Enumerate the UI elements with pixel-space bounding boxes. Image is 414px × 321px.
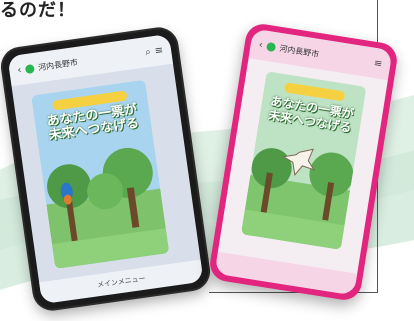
forest-illustration xyxy=(240,71,367,250)
search-icon[interactable]: ⌕ xyxy=(144,46,151,58)
right-rich-message-card[interactable]: あなたの一票が 未来へつなげる xyxy=(240,71,367,250)
menu-icon[interactable]: ≡ xyxy=(154,44,164,56)
right-phone-screen: ‹ 河内長野市 ≡ あなたの一票が 未来へつなげる xyxy=(214,28,393,296)
menu-icon[interactable]: ≡ xyxy=(373,57,383,69)
left-rich-message-card[interactable]: あなたの一票が 未来へつなげる xyxy=(31,79,170,269)
official-account-icon xyxy=(24,63,35,74)
rich-menu-label[interactable]: メインメニュー xyxy=(97,274,147,291)
photo-scene: るのだ！ ‹ 河内長野市 ⌕ ≡ あなたの一票が 未来へつなげる メインメニュー… xyxy=(0,0,414,321)
back-arrow-icon[interactable]: ‹ xyxy=(258,39,264,50)
chat-account-name: 河内長野市 xyxy=(37,57,79,72)
back-arrow-icon[interactable]: ‹ xyxy=(17,64,22,75)
left-phone-screen: ‹ 河内長野市 ⌕ ≡ あなたの一票が 未来へつなげる メインメニュー xyxy=(7,33,204,305)
page-heading: るのだ！ xyxy=(0,0,76,21)
left-smartphone: ‹ 河内長野市 ⌕ ≡ あなたの一票が 未来へつなげる メインメニュー xyxy=(0,27,211,311)
chat-account-name: 河内長野市 xyxy=(278,43,320,59)
official-account-icon xyxy=(266,41,277,52)
